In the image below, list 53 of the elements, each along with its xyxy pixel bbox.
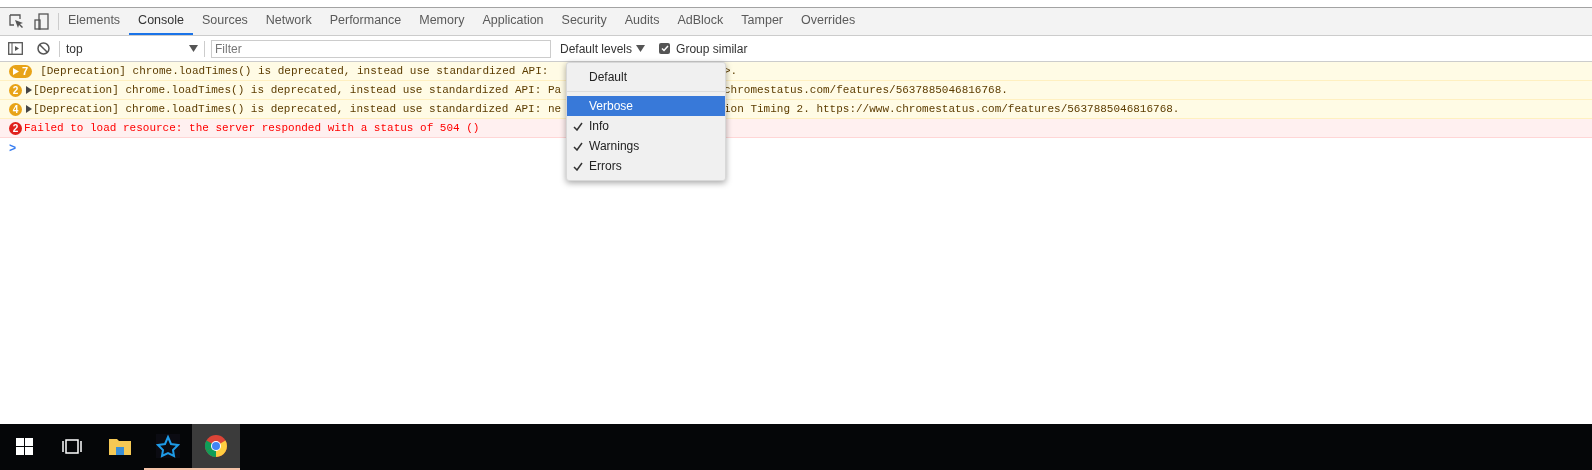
devtools-tab[interactable]: Audits bbox=[615, 8, 669, 35]
prompt-caret[interactable]: > bbox=[9, 140, 17, 158]
checkbox[interactable] bbox=[659, 43, 671, 54]
count-badge: 2 bbox=[9, 121, 22, 135]
check-icon bbox=[660, 45, 669, 52]
devtools-tab[interactable]: Tamper bbox=[732, 8, 792, 35]
devtools-tab[interactable]: Performance bbox=[320, 8, 411, 35]
context-select[interactable]: top bbox=[66, 39, 198, 58]
message-text: [Deprecation] chrome.loadTimes() is deprecated, instead use standardized API: ne bbox=[33, 101, 562, 117]
device-icon[interactable] bbox=[34, 13, 49, 30]
devtools-tab[interactable]: Elements bbox=[59, 8, 130, 35]
count-badge: 4 bbox=[9, 102, 22, 116]
filter-field[interactable]: Filter bbox=[211, 39, 551, 58]
inspect-icon[interactable] bbox=[9, 14, 24, 29]
devtools-tab[interactable]: Memory bbox=[410, 8, 474, 35]
star-logo-icon bbox=[156, 434, 180, 458]
message-text: [Deprecation] chrome.loadTimes() is deprecated, instead use standardized API: Pa bbox=[33, 82, 562, 98]
menu-item-label: Warnings bbox=[589, 138, 640, 155]
expand-arrow-icon[interactable] bbox=[26, 86, 32, 94]
dropdown-caret-icon bbox=[189, 45, 198, 52]
dropdown-caret-icon bbox=[636, 45, 646, 52]
task-view-icon bbox=[61, 438, 83, 454]
devtools-tab[interactable]: Console bbox=[129, 8, 193, 35]
message-text: chromestatus.com/features/5637885046816768. bbox=[724, 82, 1008, 98]
expand-arrow-icon bbox=[13, 67, 19, 75]
count-badge: 2 bbox=[9, 83, 22, 97]
message-text: [Deprecation] chrome.loadTimes() is deprecated, instead use standardized API: bbox=[40, 63, 550, 79]
folder-icon bbox=[109, 437, 131, 455]
menu-item[interactable]: Warnings bbox=[567, 136, 725, 156]
devtools-tab[interactable]: AdBlock bbox=[668, 8, 733, 35]
menu-item[interactable]: Errors bbox=[567, 156, 725, 176]
menu-item-label: Errors bbox=[589, 158, 622, 175]
devtools-tab[interactable]: Application bbox=[473, 8, 553, 35]
checkbox-label: Group similar bbox=[676, 40, 748, 58]
menu-item-label: Verbose bbox=[589, 98, 634, 115]
menu-item[interactable]: Default bbox=[567, 67, 725, 87]
expand-arrow-icon[interactable] bbox=[26, 105, 32, 113]
message-text: ion Timing 2. https://www.chromestatus.com/features/5637885046816768. bbox=[724, 101, 1180, 117]
sidebar-toggle-icon[interactable] bbox=[8, 42, 23, 55]
windows-icon bbox=[15, 437, 33, 455]
menu-item[interactable]: Verbose bbox=[567, 96, 725, 116]
devtools-tab[interactable]: Security bbox=[552, 8, 616, 35]
clear-icon[interactable] bbox=[37, 42, 50, 55]
levels-dropdown[interactable]: Default levels bbox=[560, 39, 646, 58]
message-text: Failed to load resource: the server responded with a status of 504 () bbox=[24, 120, 480, 136]
devtools-tab[interactable]: Overrides bbox=[792, 8, 865, 35]
menu-item[interactable]: Info bbox=[567, 116, 725, 136]
devtools-tab[interactable]: Sources bbox=[193, 8, 257, 35]
menu-item-label: Info bbox=[589, 118, 609, 135]
taskbar-button[interactable] bbox=[192, 424, 240, 470]
devtools-tab[interactable]: Network bbox=[256, 8, 321, 35]
chrome-icon bbox=[205, 435, 227, 457]
menu-item-label: Default bbox=[589, 69, 628, 86]
